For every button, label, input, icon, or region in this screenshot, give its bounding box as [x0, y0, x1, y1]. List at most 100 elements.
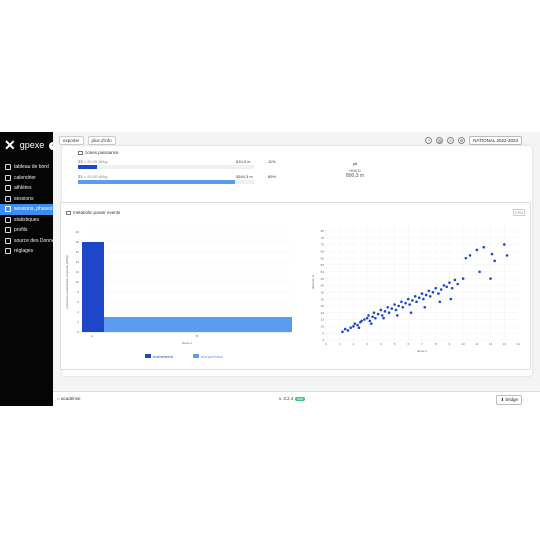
zone-progress-fill [78, 180, 235, 184]
x-tick-label: 11 [475, 342, 478, 346]
zone-percent: 89% [268, 174, 277, 179]
help-icon[interactable]: ? [425, 137, 433, 144]
season-selector[interactable]: NATIONAL 2022-2023 [469, 136, 522, 145]
compare-icon[interactable]: ≡ [447, 137, 455, 144]
export-button[interactable]: exporter [59, 135, 84, 145]
zone-value: 5544,3 m [236, 174, 253, 179]
x-tick-label: 3 [366, 342, 368, 346]
sidebar-item[interactable]: athlètes [0, 183, 53, 194]
x-tick-label: 13 [503, 342, 507, 346]
y-tick-label: 30 [321, 297, 325, 301]
scatter-point [409, 311, 413, 315]
academy-link[interactable]: ⌂ académie [57, 396, 81, 401]
x-tick-label: 14 [516, 342, 520, 346]
scatter-point [380, 314, 384, 317]
nav-icon [5, 227, 11, 234]
legend-event[interactable]: événement [145, 354, 173, 359]
scatter-point [411, 299, 414, 302]
y-tick-label: 8 [77, 290, 79, 294]
sidebar-item-label: calendrier [14, 174, 36, 181]
scatter-point [404, 301, 407, 305]
x-tick-label: 12 [489, 342, 493, 346]
zone-progress-track [78, 180, 254, 184]
zone-name: Z2 [78, 159, 83, 164]
scatter-point [427, 289, 431, 293]
bar-y-axis-label: puissance métabolique moyenne (W/kg) [65, 255, 69, 309]
scatter-point [453, 278, 457, 282]
bar-event [82, 242, 104, 332]
sidebar-item-label: source des Données [14, 237, 53, 244]
y-tick-label: 12 [76, 270, 80, 274]
scatter-point [368, 319, 372, 323]
sidebar-item-label: profils [14, 227, 28, 234]
download-icon: ⬇ [500, 397, 505, 402]
scatter-point [400, 300, 403, 304]
bar-chart-icon[interactable]: ▥ [436, 137, 444, 144]
scatter-point [379, 308, 383, 312]
brand-logo[interactable]: ✕ gpexe [4, 138, 44, 152]
scatter-point [367, 314, 370, 317]
sidebar-item-label: athlètes [14, 185, 32, 192]
sidebar-item[interactable]: sessions [0, 194, 53, 205]
scatter-point [382, 316, 385, 320]
x-tick-label: 6 [407, 342, 409, 346]
bar-chart: 0 2 4 6 8 10 12 14 16 18 20 A Bpuissance métabolique… [65, 230, 292, 345]
sidebar-item[interactable]: réglages [0, 246, 53, 257]
scatter-point [394, 308, 398, 312]
sidebar-item-label: tableau de bord [14, 164, 49, 171]
sidebar-item[interactable]: source des Données [0, 236, 53, 247]
scatter-point [445, 285, 448, 289]
x-tick-label: 1 [339, 342, 341, 346]
scatter-point [464, 256, 468, 260]
scatter-point [434, 286, 438, 290]
y-tick-label: 20 [76, 230, 80, 234]
sidebar-item[interactable]: profils [0, 225, 53, 236]
y-tick-label: 70 [321, 243, 325, 247]
scatter-y-axis-label: distance m [311, 274, 315, 289]
bridge-button[interactable]: ⬇ bridge [496, 395, 522, 405]
scatter-point [420, 292, 424, 295]
sidebar-item[interactable]: statistiques [0, 215, 53, 226]
x-tick-label: 8 [435, 342, 437, 346]
scatter-point [423, 305, 427, 309]
y-tick-label: 45 [321, 277, 325, 281]
sidebar-item-label: réglages [14, 248, 34, 255]
zone-distance: 610,0 [236, 159, 247, 164]
scatter-point [439, 288, 443, 291]
scatter-point [449, 297, 453, 301]
sidebar-item[interactable]: tableau de bord [0, 162, 53, 173]
scatter-point [360, 319, 363, 323]
settings-icon[interactable]: ⚙ [458, 137, 466, 144]
scatter-point [390, 307, 394, 310]
x-tick-label: 5 [394, 342, 396, 346]
scatter-point [417, 296, 421, 299]
scatter-point [386, 305, 390, 309]
legend-event-label: événement [153, 354, 173, 359]
power-zones-title: zones puissance [85, 150, 119, 155]
scatter-chart: 051015202530354045505560657075800 1 2 3 4 5 6 7… [311, 224, 520, 353]
export-chart-icon[interactable]: CSV [513, 209, 526, 216]
sidebar-item[interactable]: sessions, phases [0, 204, 53, 215]
nav-icon [5, 237, 11, 244]
zone-range: > 20,00 W/kg [83, 174, 108, 179]
scatter-point [343, 327, 347, 331]
scatter-point [450, 286, 454, 290]
y-tick-label: 60 [321, 256, 325, 260]
scatter-point [371, 315, 374, 319]
x-tick-label: 2 [353, 342, 355, 346]
chart-legend: événement récupération [145, 354, 223, 359]
sidebar-item-label: sessions, phases [14, 206, 53, 213]
legend-recovery[interactable]: récupération [192, 354, 223, 359]
bridge-label: bridge [505, 397, 518, 402]
scatter-point [413, 295, 417, 298]
nav-icon [5, 185, 11, 192]
footer: ⌂ académie v. 3.2.4 new ⬇ bridge [53, 391, 540, 406]
sidebar-item[interactable]: calendrier [0, 173, 53, 184]
scatter-point [369, 322, 373, 325]
scatter-point [461, 277, 465, 280]
metabolic-icon [66, 210, 71, 215]
y-tick-label: 40 [321, 284, 325, 288]
y-tick-label: 50 [321, 270, 325, 274]
more-info-button[interactable]: plus d'info [87, 135, 116, 145]
legend-event-icon [145, 354, 151, 358]
